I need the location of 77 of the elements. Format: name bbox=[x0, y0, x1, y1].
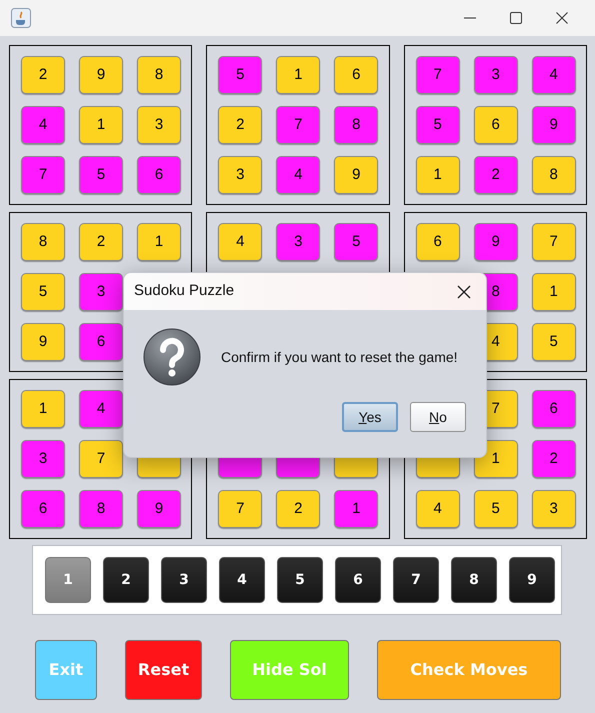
app-icon bbox=[11, 8, 31, 28]
sudoku-cell[interactable]: 2 bbox=[276, 490, 320, 528]
sudoku-cell[interactable]: 3 bbox=[532, 490, 576, 528]
sudoku-cell[interactable]: 5 bbox=[416, 106, 460, 144]
sudoku-cell[interactable]: 5 bbox=[474, 490, 518, 528]
sudoku-cell[interactable]: 6 bbox=[334, 56, 378, 94]
sudoku-cell[interactable]: 6 bbox=[416, 223, 460, 261]
sudoku-cell[interactable]: 3 bbox=[276, 223, 320, 261]
sudoku-cell[interactable]: 7 bbox=[416, 56, 460, 94]
dialog-button[interactable]: No bbox=[410, 402, 466, 432]
sudoku-cell[interactable]: 2 bbox=[474, 156, 518, 194]
sudoku-cell[interactable]: 4 bbox=[532, 56, 576, 94]
close-button[interactable] bbox=[456, 284, 472, 300]
action-button[interactable]: Reset bbox=[125, 640, 202, 700]
sudoku-cell[interactable]: 8 bbox=[532, 156, 576, 194]
number-button[interactable]: 6 bbox=[335, 557, 381, 603]
number-button[interactable]: 2 bbox=[103, 557, 149, 603]
sudoku-cell[interactable]: 6 bbox=[532, 390, 576, 428]
sudoku-cell[interactable]: 6 bbox=[137, 156, 181, 194]
question-icon bbox=[143, 328, 201, 386]
sudoku-cell[interactable]: 9 bbox=[532, 106, 576, 144]
sudoku-cell[interactable]: 1 bbox=[276, 56, 320, 94]
sudoku-cell[interactable]: 7 bbox=[21, 156, 65, 194]
sudoku-cell[interactable]: 4 bbox=[416, 490, 460, 528]
number-button[interactable]: 5 bbox=[277, 557, 323, 603]
sudoku-cell[interactable]: 2 bbox=[532, 440, 576, 478]
sudoku-cell[interactable]: 5 bbox=[334, 223, 378, 261]
sudoku-cell[interactable]: 1 bbox=[532, 273, 576, 311]
sudoku-cell[interactable]: 1 bbox=[79, 106, 123, 144]
sudoku-cell[interactable]: 8 bbox=[21, 223, 65, 261]
sudoku-cell[interactable]: 2 bbox=[218, 106, 262, 144]
sudoku-cell[interactable]: 1 bbox=[21, 390, 65, 428]
sudoku-cell[interactable]: 7 bbox=[532, 223, 576, 261]
dialog-title: Sudoku Puzzle bbox=[134, 281, 234, 302]
sudoku-cell[interactable]: 8 bbox=[79, 490, 123, 528]
close-icon bbox=[457, 284, 471, 298]
sudoku-cell[interactable]: 9 bbox=[334, 156, 378, 194]
sudoku-cell[interactable]: 3 bbox=[79, 273, 123, 311]
dialog-button[interactable]: Yes bbox=[342, 402, 398, 432]
close-icon bbox=[556, 12, 568, 24]
sudoku-cell[interactable]: 6 bbox=[474, 106, 518, 144]
sudoku-cell[interactable]: 4 bbox=[21, 106, 65, 144]
sudoku-cell[interactable]: 9 bbox=[21, 323, 65, 361]
sudoku-cell[interactable]: 5 bbox=[21, 273, 65, 311]
sudoku-cell[interactable]: 5 bbox=[532, 323, 576, 361]
number-button[interactable]: 7 bbox=[393, 557, 439, 603]
sudoku-cell[interactable]: 2 bbox=[79, 223, 123, 261]
sudoku-cell[interactable]: 4 bbox=[218, 223, 262, 261]
sudoku-cell[interactable]: 9 bbox=[474, 223, 518, 261]
sudoku-cell[interactable]: 6 bbox=[21, 490, 65, 528]
sudoku-cell[interactable]: 3 bbox=[474, 56, 518, 94]
number-button[interactable]: 3 bbox=[161, 557, 207, 603]
sudoku-cell[interactable]: 3 bbox=[137, 106, 181, 144]
number-button[interactable]: 9 bbox=[509, 557, 555, 603]
sudoku-cell[interactable]: 3 bbox=[21, 440, 65, 478]
sudoku-cell[interactable]: 9 bbox=[79, 56, 123, 94]
sudoku-cell[interactable]: 1 bbox=[334, 490, 378, 528]
sudoku-cell[interactable]: 4 bbox=[79, 390, 123, 428]
sudoku-cell[interactable]: 8 bbox=[137, 56, 181, 94]
sudoku-cell[interactable]: 9 bbox=[137, 490, 181, 528]
sudoku-cell[interactable]: 7 bbox=[276, 106, 320, 144]
number-button[interactable]: 8 bbox=[451, 557, 497, 603]
dialog-message: Confirm if you want to reset the game! bbox=[221, 348, 458, 367]
sudoku-cell[interactable]: 5 bbox=[218, 56, 262, 94]
number-button[interactable]: 4 bbox=[219, 557, 265, 603]
minimize-icon bbox=[464, 17, 476, 19]
sudoku-cell[interactable]: 4 bbox=[276, 156, 320, 194]
sudoku-cell[interactable]: 2 bbox=[21, 56, 65, 94]
sudoku-cell[interactable]: 8 bbox=[334, 106, 378, 144]
sudoku-cell[interactable]: 5 bbox=[79, 156, 123, 194]
sudoku-cell[interactable]: 6 bbox=[79, 323, 123, 361]
sudoku-cell[interactable]: 7 bbox=[218, 490, 262, 528]
sudoku-cell[interactable]: 7 bbox=[79, 440, 123, 478]
sudoku-cell[interactable]: 1 bbox=[416, 156, 460, 194]
sudoku-cell[interactable]: 3 bbox=[218, 156, 262, 194]
sudoku-cell[interactable]: 1 bbox=[137, 223, 181, 261]
maximize-icon bbox=[510, 12, 522, 24]
